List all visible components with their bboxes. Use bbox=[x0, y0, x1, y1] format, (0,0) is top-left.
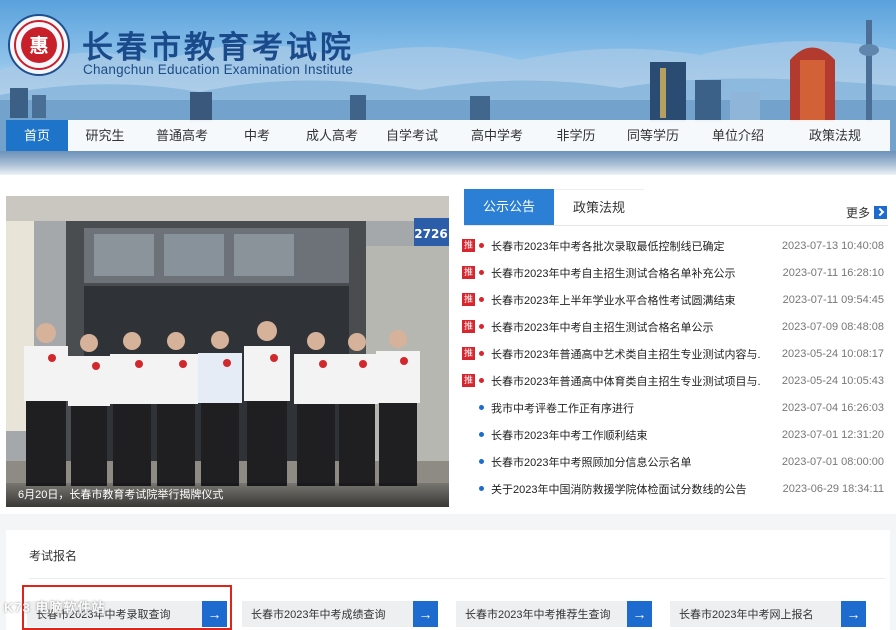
pinned-badge: 推 bbox=[462, 266, 475, 279]
notice-row[interactable]: 推 长春市2023年中考自主招生测试合格名单公示 2023-07-09 08:48:… bbox=[462, 313, 888, 340]
notice-row[interactable]: 长春市2023年中考工作顺利结束 2023-07-01 12:31:20 bbox=[462, 421, 888, 448]
bullet-dot-icon bbox=[479, 459, 484, 464]
bullet-dot-icon bbox=[479, 486, 484, 491]
pinned-badge: 推 bbox=[462, 239, 475, 252]
notice-date: 2023-05-24 10:05:43 bbox=[781, 374, 884, 387]
arrow-right-icon: → bbox=[841, 601, 866, 627]
notice-row[interactable]: 我市中考评卷工作正有序进行 2023-07-04 16:26:03 bbox=[462, 394, 888, 421]
arrow-right-icon: → bbox=[627, 601, 652, 627]
nav-item-home[interactable]: 首页 bbox=[6, 120, 68, 151]
notice-row[interactable]: 关于2023年中国消防救援学院体检面试分数线的公告 2023-06-29 18:3… bbox=[462, 475, 888, 502]
pinned-badge: 推 bbox=[462, 374, 475, 387]
notice-row[interactable]: 推 长春市2023年中考自主招生测试合格名单补充公示 2023-07-11 16:2… bbox=[462, 259, 888, 286]
notice-tabs: 公示公告 政策法规 bbox=[464, 189, 644, 225]
notice-date: 2023-07-09 08:48:08 bbox=[781, 320, 884, 333]
notice-title[interactable]: 长春市2023年中考各批次录取最低控制线已确定 bbox=[491, 238, 761, 254]
notice-date: 2023-07-11 09:54:45 bbox=[782, 293, 884, 306]
tab-policy[interactable]: 政策法规 bbox=[554, 189, 644, 225]
notice-date: 2023-07-13 10:40:08 bbox=[781, 239, 884, 252]
nav-item-adult-exam[interactable]: 成人高考 bbox=[292, 120, 372, 151]
bullet-dot-icon bbox=[479, 270, 484, 275]
exam-link-recommend-query[interactable]: 长春市2023年中考推荐生查询 → bbox=[456, 601, 652, 627]
more-label: 更多 bbox=[846, 206, 871, 220]
nav-item-academic-test[interactable]: 高中学考 bbox=[452, 120, 542, 151]
bullet-dot-icon bbox=[479, 378, 484, 383]
notice-row[interactable]: 推 长春市2023年上半年学业水平合格性考试圆满结束 2023-07-11 09:5… bbox=[462, 286, 888, 313]
bullet-dot-icon bbox=[479, 243, 484, 248]
notice-title[interactable]: 我市中考评卷工作正有序进行 bbox=[491, 400, 761, 416]
nav-item-gaokao[interactable]: 普通高考 bbox=[142, 120, 222, 151]
pinned-badge: 推 bbox=[462, 293, 475, 306]
notice-row[interactable]: 推 长春市2023年普通高中艺术类自主招生专业测试内容与... 2023-05-24… bbox=[462, 340, 888, 367]
pinned-badge: 推 bbox=[462, 320, 475, 333]
nav-item-equivalent[interactable]: 同等学历 bbox=[610, 120, 696, 151]
notice-title[interactable]: 关于2023年中国消防救援学院体检面试分数线的公告 bbox=[491, 481, 761, 497]
section-divider bbox=[29, 578, 885, 579]
nav-item-about[interactable]: 单位介绍 bbox=[696, 120, 780, 151]
ceremony-photo-image: 2726 bbox=[6, 196, 449, 507]
people-group bbox=[24, 321, 420, 486]
nav-item-self-study[interactable]: 自学考试 bbox=[372, 120, 452, 151]
notice-title[interactable]: 长春市2023年上半年学业水平合格性考试圆满结束 bbox=[491, 292, 761, 308]
tab-announcements[interactable]: 公示公告 bbox=[464, 189, 554, 225]
notice-date: 2023-07-01 12:31:20 bbox=[781, 428, 884, 441]
exam-link-label: 长春市2023年中考推荐生查询 bbox=[465, 609, 611, 621]
exam-link-score-query[interactable]: 长春市2023年中考成绩查询 → bbox=[242, 601, 438, 627]
arrow-right-icon: → bbox=[413, 601, 438, 627]
bullet-dot-icon bbox=[479, 297, 484, 302]
notice-row[interactable]: 推 长春市2023年普通高中体育类自主招生专业测试项目与... 2023-05-24… bbox=[462, 367, 888, 394]
notice-date: 2023-05-24 10:08:17 bbox=[781, 347, 884, 360]
notice-list: 推 长春市2023年中考各批次录取最低控制线已确定 2023-07-13 10:40… bbox=[462, 232, 888, 502]
notice-title[interactable]: 长春市2023年中考工作顺利结束 bbox=[491, 427, 761, 443]
notice-date: 2023-06-29 18:34:11 bbox=[782, 482, 884, 495]
nav-item-graduate[interactable]: 研究生 bbox=[68, 120, 142, 151]
exam-link-label: 长春市2023年中考成绩查询 bbox=[251, 609, 386, 621]
notice-row[interactable]: 推 长春市2023年中考各批次录取最低控制线已确定 2023-07-13 10:40… bbox=[462, 232, 888, 259]
bullet-dot-icon bbox=[479, 432, 484, 437]
bullet-dot-icon bbox=[479, 324, 484, 329]
exam-link-online-registration[interactable]: 长春市2023年中考网上报名 → bbox=[670, 601, 866, 627]
notice-title[interactable]: 长春市2023年普通高中体育类自主招生专业测试项目与... bbox=[491, 373, 761, 389]
notice-title[interactable]: 长春市2023年中考照顾加分信息公示名单 bbox=[491, 454, 761, 470]
site-subtitle: Changchun Education Examination Institut… bbox=[83, 62, 354, 77]
notice-date: 2023-07-04 16:26:03 bbox=[781, 401, 884, 414]
notice-date: 2023-07-11 16:28:10 bbox=[782, 266, 884, 279]
bullet-dot-icon bbox=[479, 405, 484, 410]
exam-link-label: 长春市2023年中考网上报名 bbox=[679, 609, 814, 621]
main-nav: 首页 研究生 普通高考 中考 成人高考 自学考试 高中学考 非学历 同等学历 单… bbox=[6, 120, 890, 151]
institute-logo-icon: 惠 bbox=[8, 14, 70, 76]
chevron-right-icon bbox=[874, 206, 888, 219]
notice-row[interactable]: 长春市2023年中考照顾加分信息公示名单 2023-07-01 08:00:00 bbox=[462, 448, 888, 475]
more-link[interactable]: 更多 bbox=[846, 204, 888, 221]
watermark-logo: K73 电脑软件站 bbox=[4, 600, 106, 615]
nav-item-zhongkao[interactable]: 中考 bbox=[222, 120, 292, 151]
tab-divider bbox=[464, 225, 888, 226]
notice-title[interactable]: 长春市2023年中考自主招生测试合格名单补充公示 bbox=[491, 265, 761, 281]
site-title: 长春市教育考试院 bbox=[82, 30, 354, 66]
photo-caption: 6月20日，长春市教育考试院举行揭牌仪式 bbox=[6, 483, 449, 507]
nav-item-non-degree[interactable]: 非学历 bbox=[542, 120, 610, 151]
bullet-dot-icon bbox=[479, 351, 484, 356]
logo-glyph: 惠 bbox=[29, 35, 48, 57]
notice-date: 2023-07-01 08:00:00 bbox=[781, 455, 884, 468]
notice-title[interactable]: 长春市2023年中考自主招生测试合格名单公示 bbox=[491, 319, 761, 335]
door-number-plate: 2726 bbox=[414, 227, 447, 241]
pinned-badge: 推 bbox=[462, 347, 475, 360]
notice-title[interactable]: 长春市2023年普通高中艺术类自主招生专业测试内容与... bbox=[491, 346, 761, 362]
nav-item-policy[interactable]: 政策法规 bbox=[780, 120, 890, 151]
section-title: 考试报名 bbox=[29, 549, 78, 563]
news-photo[interactable]: 2726 6月20日，长春市教育考试院举行揭牌仪式 bbox=[6, 196, 449, 507]
